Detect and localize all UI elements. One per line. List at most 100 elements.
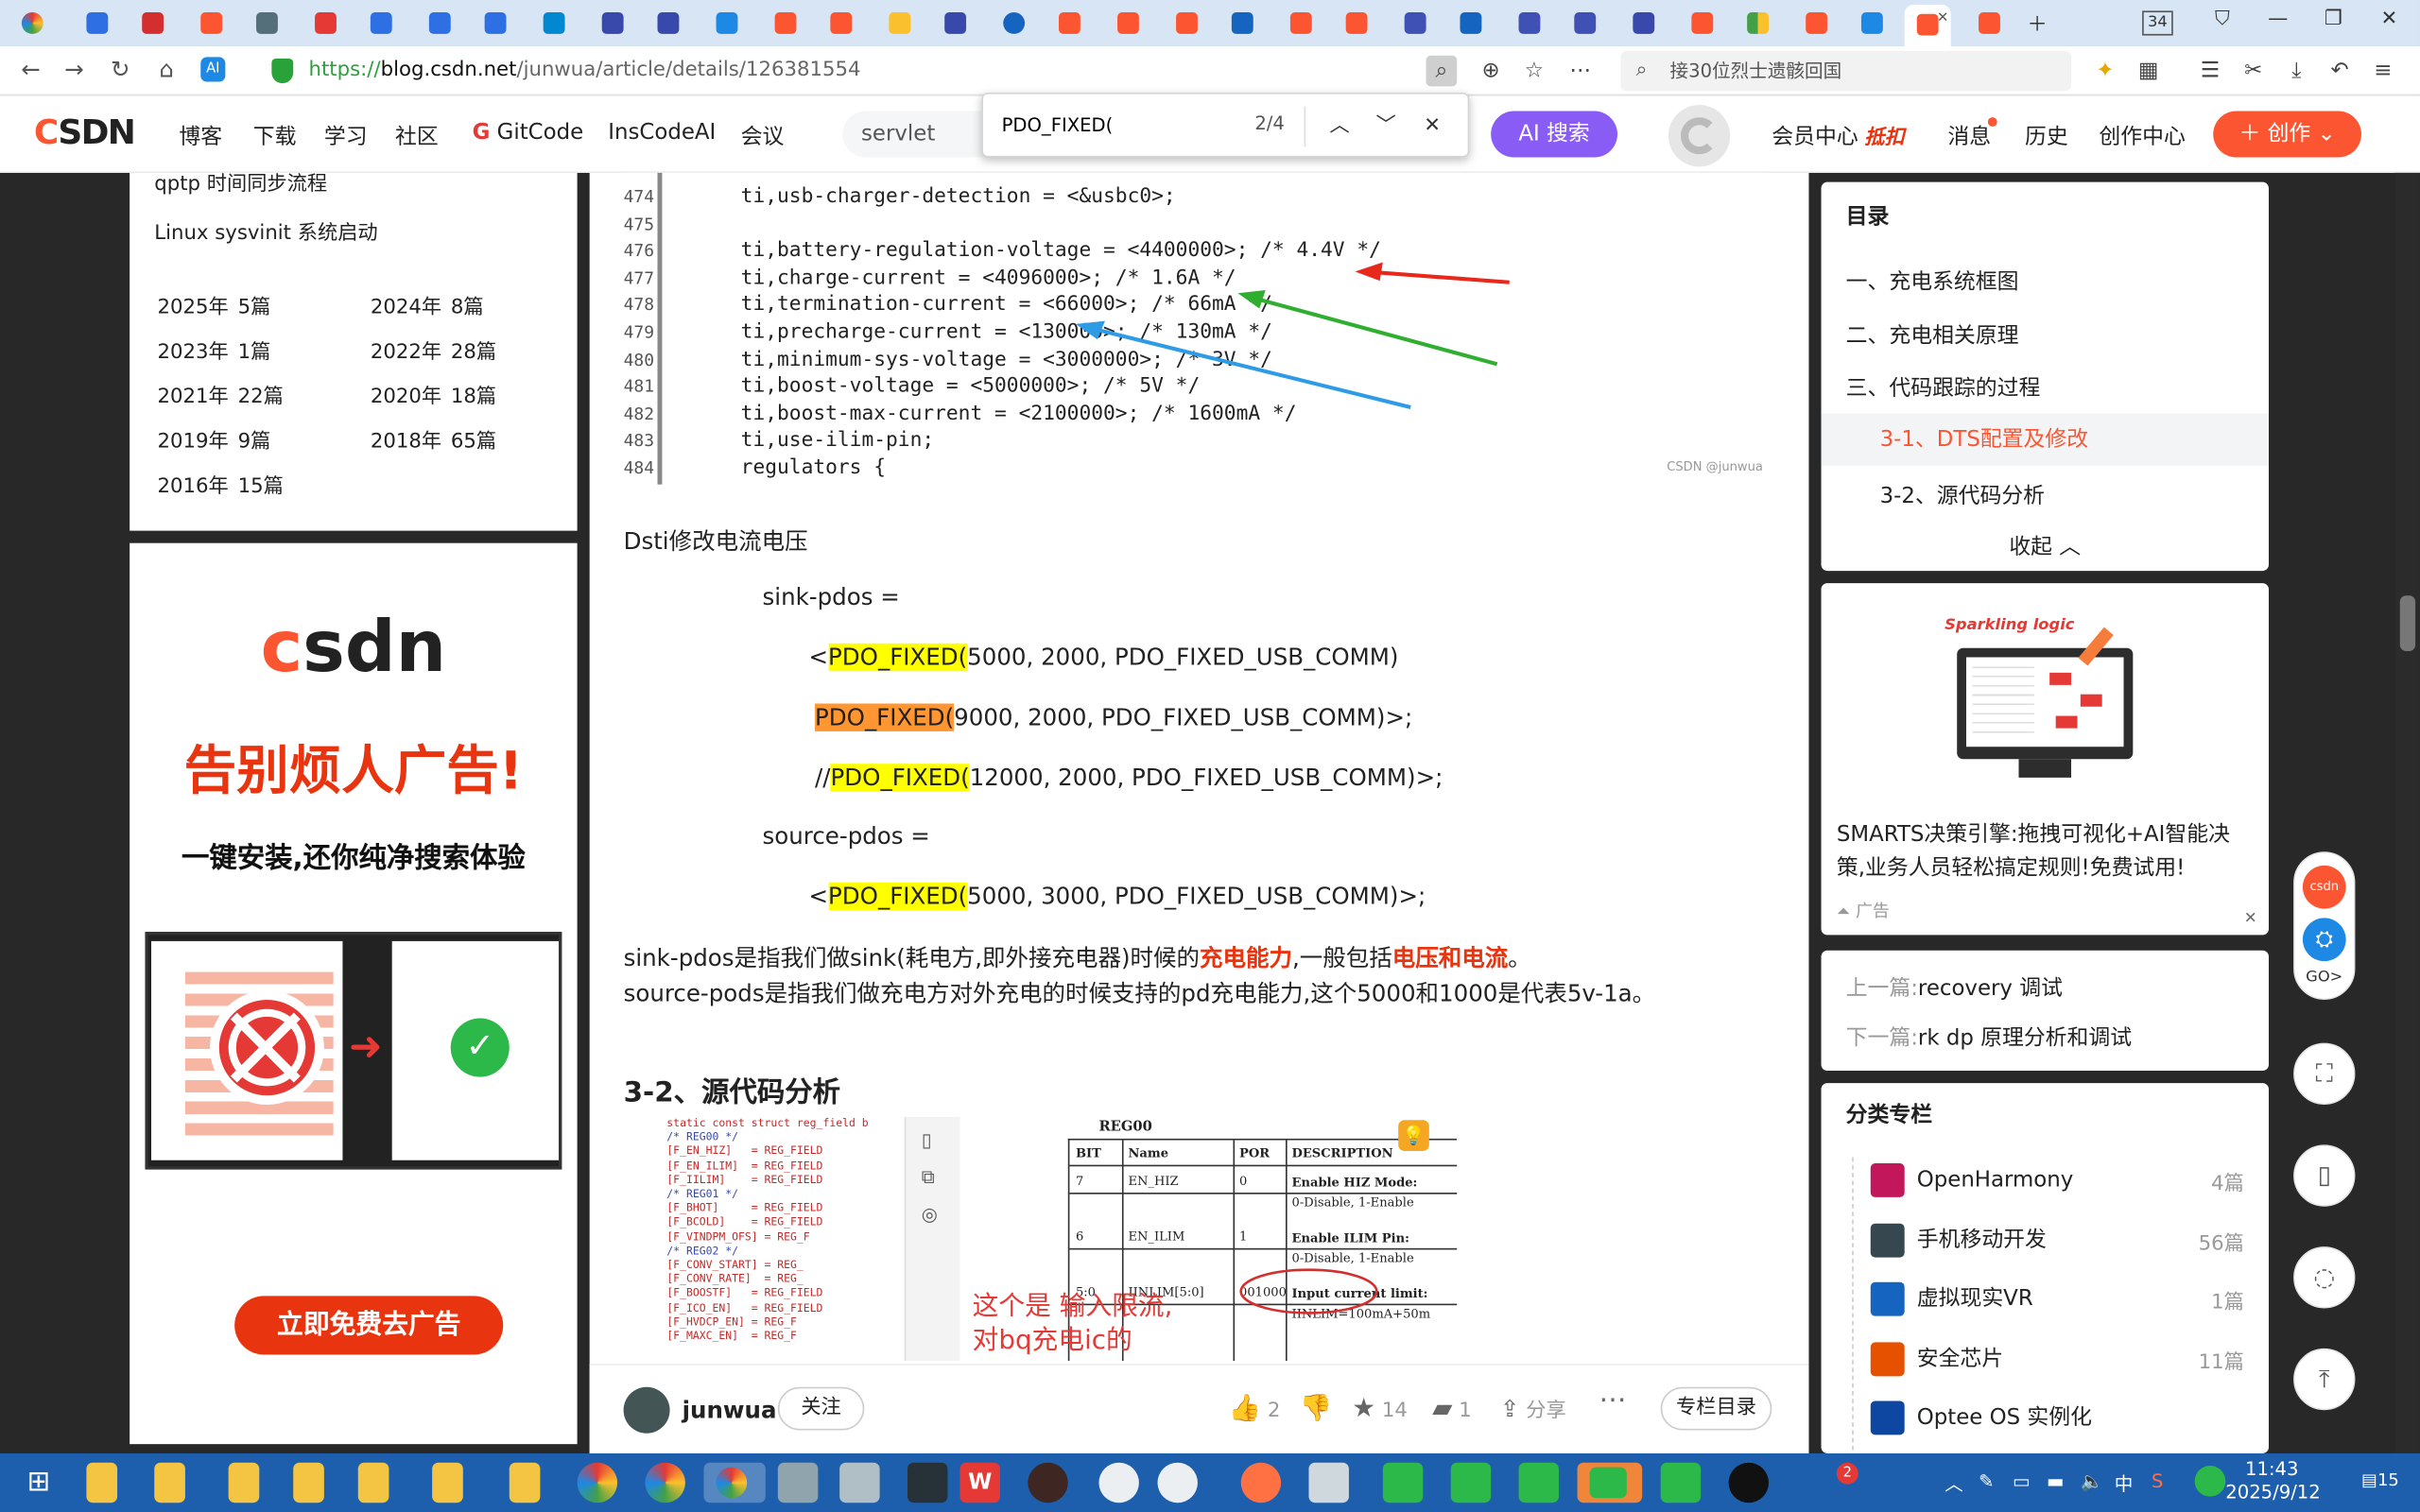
- tab-csdn-icon[interactable]: [1284, 8, 1318, 39]
- favorites-list-icon[interactable]: ☰: [2195, 56, 2226, 87]
- taskbar-swirl-icon[interactable]: [1240, 1462, 1282, 1503]
- tab-paw-icon[interactable]: [651, 8, 685, 39]
- nav-download[interactable]: 下载: [253, 120, 297, 151]
- undo-icon[interactable]: ↶: [2325, 56, 2356, 87]
- favorite-button[interactable]: ★ 14: [1352, 1393, 1408, 1424]
- taskbar-folder-icon[interactable]: [293, 1462, 324, 1503]
- ad-close-icon[interactable]: ✕: [2244, 910, 2257, 927]
- secure-shield-icon[interactable]: [271, 59, 294, 84]
- taskbar-wechat-icon[interactable]: [1450, 1462, 1492, 1503]
- minimize-icon[interactable]: —: [2259, 8, 2296, 30]
- taskbar-folder-icon[interactable]: [357, 1462, 389, 1503]
- nav-vip-center[interactable]: 会员中心: [1772, 120, 1858, 151]
- more-dots-icon[interactable]: ⋯: [1565, 56, 1597, 87]
- vip-discount-badge[interactable]: 抵扣: [1864, 120, 1904, 149]
- taskbar-clock[interactable]: 11:43 2025/9/12: [2225, 1458, 2320, 1504]
- tray-green-icon[interactable]: [2194, 1466, 2226, 1497]
- category-item[interactable]: 手机移动开发 56篇: [1870, 1223, 2244, 1257]
- nav-learn[interactable]: 学习: [324, 120, 368, 151]
- tab-chat-icon[interactable]: [537, 8, 571, 39]
- new-tab-plus-icon[interactable]: ＋: [2019, 8, 2056, 37]
- url-field[interactable]: https://blog.csdn.net/junwua/article/det…: [309, 53, 1463, 90]
- follow-button[interactable]: 关注: [777, 1386, 865, 1431]
- tab-tools-icon[interactable]: [250, 8, 284, 39]
- tray-display-icon[interactable]: ▭: [2013, 1470, 2031, 1492]
- scrollbar-thumb[interactable]: [2399, 595, 2416, 651]
- taskbar-folder-icon[interactable]: [509, 1462, 541, 1503]
- find-prev-chevron-up-icon[interactable]: ︿: [1322, 110, 1357, 144]
- browser-logo-icon[interactable]: [15, 8, 49, 39]
- forward-arrow-icon[interactable]: →: [59, 56, 90, 83]
- download-icon[interactable]: ⤓: [2281, 56, 2312, 87]
- nav-blog[interactable]: 博客: [179, 120, 222, 151]
- tab-zhihu-icon[interactable]: [1454, 8, 1488, 39]
- taskbar-browser-icon[interactable]: [577, 1462, 618, 1503]
- tab-csdn-icon[interactable]: [1052, 8, 1086, 39]
- tab-chat-icon[interactable]: [1512, 8, 1547, 39]
- toc-collapse-button[interactable]: 收起 ︿: [1822, 531, 2269, 562]
- archive-year-link[interactable]: 2018年 65篇: [371, 424, 496, 454]
- prev-article-link[interactable]: 上一篇:recovery 调试: [1846, 972, 2063, 1004]
- page-scrollbar[interactable]: [2394, 172, 2420, 1453]
- tab-baidu-icon[interactable]: [478, 8, 512, 39]
- nav-meeting[interactable]: 会议: [741, 120, 785, 151]
- taskbar-folder-icon[interactable]: [86, 1462, 118, 1503]
- find-next-chevron-down-icon[interactable]: ﹀: [1369, 110, 1403, 144]
- taskbar-folder-icon[interactable]: [228, 1462, 260, 1503]
- user-avatar[interactable]: [1668, 105, 1731, 167]
- tab-pdf-icon[interactable]: [309, 8, 343, 39]
- tab-csdn-icon[interactable]: [195, 8, 229, 39]
- archive-year-link[interactable]: 2024年 8篇: [371, 290, 484, 318]
- tab-paw-icon[interactable]: [939, 8, 973, 39]
- tab-baidu-icon[interactable]: [364, 8, 398, 39]
- csdn-assistant-widget[interactable]: csdn ⛭ GO>: [2293, 851, 2356, 1000]
- create-button[interactable]: ＋ 创作 ⌄: [2213, 111, 2361, 158]
- nav-creator-center[interactable]: 创作中心: [2099, 120, 2185, 151]
- column-toc-button[interactable]: 专栏目录: [1660, 1386, 1772, 1431]
- restore-icon[interactable]: ❐: [2315, 8, 2352, 30]
- category-item[interactable]: Optee OS 实例化: [1870, 1401, 2244, 1436]
- recent-article-link[interactable]: Linux sysvinit 系统启动: [154, 216, 377, 245]
- tab-csdn-icon[interactable]: [1800, 8, 1834, 39]
- find-close-icon[interactable]: ✕: [1415, 110, 1449, 144]
- tab-globe-icon[interactable]: [997, 8, 1031, 39]
- nav-gitcode[interactable]: G GitCode: [473, 120, 584, 145]
- mobile-view-icon[interactable]: ▯: [2293, 1144, 2356, 1207]
- find-in-page-icon[interactable]: ⌕: [1426, 55, 1458, 87]
- tab-baidu-icon[interactable]: [423, 8, 457, 39]
- author-name[interactable]: junwua: [683, 1397, 777, 1424]
- scissors-icon[interactable]: ✂: [2238, 56, 2269, 87]
- taskbar-wps-icon[interactable]: W: [959, 1462, 1000, 1503]
- chat-bubble-icon[interactable]: ◌: [2293, 1246, 2356, 1309]
- tray-pen-icon[interactable]: ✎: [1979, 1470, 1994, 1492]
- fullscreen-icon[interactable]: ⛶: [2293, 1042, 2356, 1105]
- taskbar-obs-icon[interactable]: [1098, 1462, 1139, 1503]
- tab-grid-icon[interactable]: [1741, 8, 1775, 39]
- like-button[interactable]: 👍 2: [1229, 1393, 1281, 1424]
- windows-start-icon[interactable]: ⊞: [19, 1463, 59, 1503]
- nav-messages[interactable]: 消息: [1947, 120, 1991, 151]
- archive-year-link[interactable]: 2016年 15篇: [158, 469, 284, 498]
- right-ad-panel[interactable]: Sparkling logic SMARTS决策引擎:拖拽可视化+AI智能决策,…: [1821, 583, 2269, 936]
- tab-count-badge[interactable]: 34: [2142, 10, 2173, 36]
- reload-icon[interactable]: ↻: [105, 56, 136, 83]
- category-item[interactable]: 安全芯片 11篇: [1870, 1342, 2244, 1376]
- tray-battery-icon[interactable]: ▬: [2047, 1470, 2065, 1492]
- taskbar-obs-icon[interactable]: [1157, 1462, 1198, 1503]
- bookmark-star-icon[interactable]: ☆: [1519, 56, 1550, 87]
- toc-item[interactable]: 3-2、源代码分析: [1880, 480, 2045, 511]
- tab-paw-icon[interactable]: [1627, 8, 1661, 39]
- tab-csdn-icon[interactable]: [824, 8, 858, 39]
- category-item[interactable]: OpenHarmony 4篇: [1870, 1163, 2244, 1197]
- tab-csdn-icon[interactable]: [1973, 8, 2007, 39]
- toc-item[interactable]: 三、代码跟踪的过程: [1846, 371, 2041, 403]
- tab-csdn-icon[interactable]: [1685, 8, 1720, 39]
- author-avatar[interactable]: [623, 1386, 670, 1434]
- archive-year-link[interactable]: 2021年 22篇: [158, 380, 284, 408]
- archive-year-link[interactable]: 2020年 18篇: [371, 380, 496, 408]
- tab-chat-icon[interactable]: [1568, 8, 1602, 39]
- tab-51-icon[interactable]: [136, 8, 170, 39]
- zoom-icon[interactable]: ⊕: [1476, 56, 1507, 87]
- archive-year-link[interactable]: 2025年 5篇: [158, 290, 271, 318]
- tab-baidu-icon[interactable]: [80, 8, 114, 39]
